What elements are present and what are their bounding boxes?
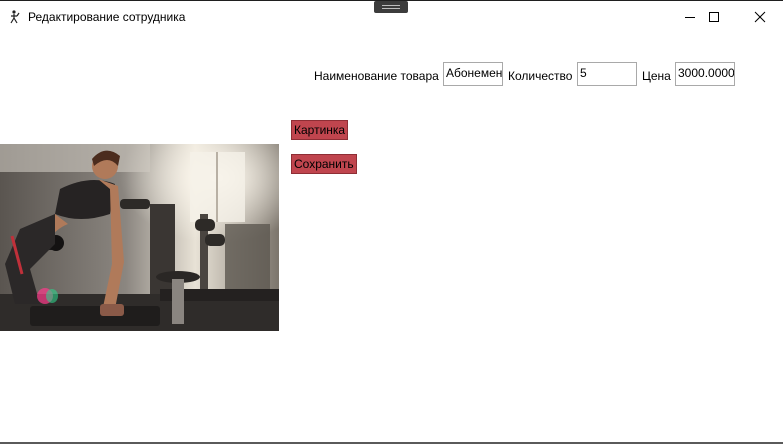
save-button[interactable]: Сохранить (291, 154, 357, 174)
name-label: Наименование товара (314, 69, 439, 83)
window-title: Редактирование сотрудника (28, 10, 186, 24)
maximize-icon (709, 12, 719, 22)
close-icon (754, 11, 766, 23)
price-label: Цена (642, 69, 671, 83)
maximize-button[interactable] (691, 2, 737, 32)
close-button[interactable] (737, 2, 783, 32)
name-field[interactable]: Абонемент (443, 62, 503, 86)
image-button[interactable]: Картинка (291, 120, 349, 140)
price-field[interactable]: 3000.0000 (675, 62, 735, 86)
quantity-field[interactable]: 5 (577, 62, 637, 86)
quantity-label: Количество (508, 69, 573, 83)
app-icon (9, 10, 21, 24)
product-image (0, 144, 279, 331)
title-bar[interactable]: Редактирование сотрудника (0, 1, 783, 32)
